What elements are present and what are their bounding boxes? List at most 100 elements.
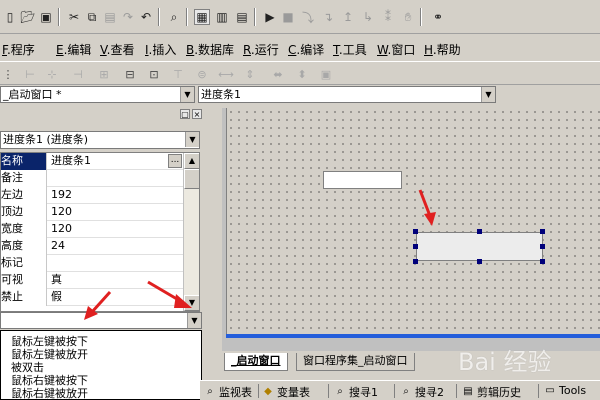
event-item[interactable]: 鼠标右键被放开 — [11, 385, 88, 399]
scroll-up-icon[interactable]: ▲ — [184, 153, 199, 169]
property-value[interactable]: 120 — [49, 221, 183, 238]
find-icon[interactable]: ⌕ — [166, 9, 182, 25]
property-name: 可视 — [1, 272, 47, 289]
chevron-down-icon[interactable]: ▼ — [180, 87, 194, 102]
menu-compile[interactable]: C.编译 — [288, 41, 324, 58]
toolbar-separator — [254, 8, 256, 26]
resize-handle[interactable] — [477, 259, 482, 264]
tab-search2[interactable]: ⌕ 搜寻2 — [400, 384, 444, 400]
same-width-icon[interactable]: ⬌ — [270, 66, 286, 82]
property-row[interactable]: 备注 — [1, 170, 183, 187]
resize-handle[interactable] — [540, 244, 545, 249]
same-size-icon[interactable]: ▣ — [318, 66, 334, 82]
undo-icon[interactable]: ↶ — [138, 9, 154, 25]
property-value[interactable] — [49, 170, 183, 187]
layout-window-icon[interactable]: ▦ — [194, 9, 210, 25]
save-icon[interactable]: ▣ — [38, 9, 54, 25]
menu-insert[interactable]: I.插入 — [145, 41, 176, 58]
menu-database[interactable]: B.数据库 — [186, 41, 234, 58]
run-icon[interactable]: ▶ — [262, 9, 278, 25]
window-select-value: _启动窗口 * — [3, 88, 62, 101]
property-value[interactable]: 24 — [49, 238, 183, 255]
property-row[interactable]: 高度 24 — [1, 238, 183, 255]
menu-view[interactable]: V.查看 — [100, 41, 135, 58]
copy-icon[interactable]: ⧉ — [84, 9, 100, 25]
menu-help[interactable]: H.帮助 — [424, 41, 461, 58]
stop-icon[interactable]: ■ — [280, 9, 296, 25]
align-center-icon[interactable]: ⊹ — [44, 66, 60, 82]
property-value[interactable] — [49, 255, 183, 272]
resize-handle[interactable] — [413, 229, 418, 234]
layout-split-icon[interactable]: ▥ — [214, 9, 230, 25]
tab-start-window[interactable]: _启动窗口 — [224, 353, 288, 371]
tab-separator — [328, 384, 329, 398]
property-value[interactable]: 进度条1 — [49, 153, 183, 170]
resize-handle[interactable] — [540, 229, 545, 234]
binoculars-icon[interactable]: ⚭ — [430, 9, 446, 25]
textbox-control[interactable] — [323, 171, 402, 189]
tab-label: 监视表 — [219, 386, 252, 399]
property-row[interactable]: 名称 进度条1 ... — [1, 153, 183, 170]
center-horizontal-icon[interactable]: ⊟ — [122, 66, 138, 82]
resize-handle[interactable] — [413, 244, 418, 249]
property-row[interactable]: 宽度 120 — [1, 221, 183, 238]
open-folder-icon[interactable]: 📂︎ — [20, 9, 36, 25]
align-grid-icon[interactable]: ⊞ — [96, 66, 112, 82]
breakpoint-icon[interactable]: ⁑ — [380, 9, 396, 25]
toolbar-separator — [58, 8, 60, 26]
new-file-icon[interactable]: ▯ — [2, 9, 18, 25]
hand-icon[interactable]: ✋︎ — [400, 9, 416, 25]
align-right-icon[interactable]: ⊣ — [70, 66, 86, 82]
paste-icon[interactable]: ▤ — [102, 9, 118, 25]
menu-window[interactable]: W.窗口 — [377, 41, 415, 58]
redo-icon[interactable]: ↷ — [120, 9, 136, 25]
resize-handle[interactable] — [540, 259, 545, 264]
property-name: 顶边 — [1, 204, 47, 221]
event-dropdown-list: 鼠标左键被按下 鼠标左键被放开 被双击 鼠标右键被按下 鼠标右键被放开 — [0, 330, 202, 400]
control-select[interactable]: 进度条1 ▼ — [198, 86, 496, 103]
annotation-arrow-icon — [418, 189, 436, 226]
same-height-icon[interactable]: ⬍ — [294, 66, 310, 82]
tab-clipboard-history[interactable]: ▤ 剪辑历史 — [462, 384, 521, 400]
align-top-icon[interactable]: ⊤ — [170, 66, 186, 82]
step-over-icon[interactable]: ↴ — [320, 9, 336, 25]
layout-panel-icon[interactable]: ▤ — [234, 9, 250, 25]
clipboard-icon: ▤ — [463, 386, 473, 397]
resize-handle[interactable] — [477, 229, 482, 234]
ellipsis-button[interactable]: ... — [168, 154, 182, 168]
tab-variables[interactable]: ◆ 变量表 — [262, 384, 310, 400]
step-out-icon[interactable]: ↥ — [340, 9, 356, 25]
scroll-thumb[interactable] — [184, 169, 199, 189]
chevron-down-icon[interactable]: ▼ — [187, 313, 201, 328]
tab-window-module[interactable]: 窗口程序集_启动窗口 — [296, 353, 415, 371]
progress-bar-control[interactable] — [416, 232, 543, 261]
property-value[interactable]: 192 — [49, 187, 183, 204]
menu-tools[interactable]: T.工具 — [333, 41, 367, 58]
step-into-icon[interactable]: ⤵ — [300, 9, 316, 25]
run-to-cursor-icon[interactable]: ↳ — [360, 9, 376, 25]
pin-icon[interactable]: ▢ — [180, 109, 190, 119]
menu-run[interactable]: R.运行 — [243, 41, 279, 58]
menu-edit[interactable]: E.编辑 — [56, 41, 91, 58]
close-icon[interactable]: × — [192, 109, 202, 119]
resize-handle[interactable] — [413, 259, 418, 264]
cut-icon[interactable]: ✂ — [66, 9, 82, 25]
space-vertical-icon[interactable]: ⇕ — [242, 66, 258, 82]
tab-watch[interactable]: ⌕ 监视表 — [204, 384, 252, 400]
tab-tools[interactable]: ▭ Tools — [544, 384, 586, 397]
window-select[interactable]: _启动窗口 * ▼ — [0, 86, 195, 103]
property-value[interactable]: 120 — [49, 204, 183, 221]
property-row[interactable]: 标记 — [1, 255, 183, 272]
align-middle-icon[interactable]: ⊜ — [194, 66, 210, 82]
space-horizontal-icon[interactable]: ⟷ — [218, 66, 234, 82]
property-row[interactable]: 左边 192 — [1, 187, 183, 204]
align-left-icon[interactable]: ⊢ — [22, 66, 38, 82]
center-vertical-icon[interactable]: ⊡ — [146, 66, 162, 82]
menu-program[interactable]: F.程序 — [2, 41, 35, 58]
tab-search1[interactable]: ⌕ 搜寻1 — [334, 384, 378, 400]
chevron-down-icon[interactable]: ▼ — [185, 132, 199, 147]
property-row[interactable]: 顶边 120 — [1, 204, 183, 221]
object-select[interactable]: 进度条1 (进度条) ▼ — [0, 131, 200, 149]
toolbar-separator — [158, 8, 160, 26]
chevron-down-icon[interactable]: ▼ — [481, 87, 495, 102]
